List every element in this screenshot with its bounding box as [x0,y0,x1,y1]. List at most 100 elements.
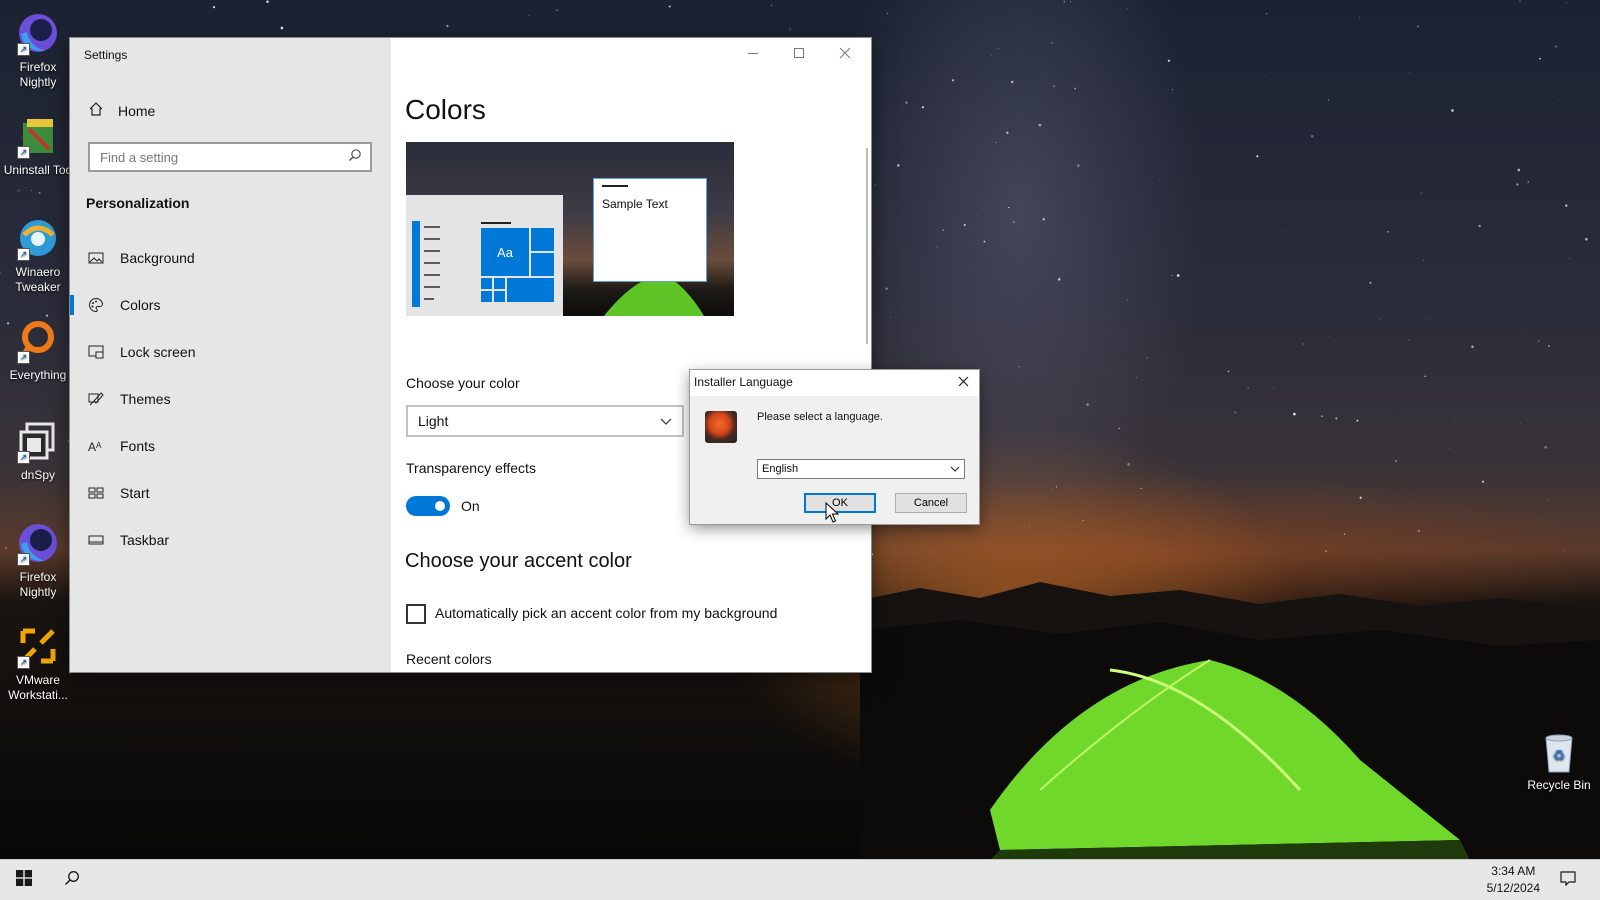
sidebar-item-colors[interactable]: Colors [70,283,391,327]
star [17,189,20,192]
star [1126,299,1128,301]
search-icon [348,148,362,167]
star [1555,159,1557,161]
sidebar-item-taskbar[interactable]: Taskbar [70,518,391,562]
home-nav-item[interactable]: Home [88,101,155,120]
star [1430,317,1431,319]
palette-icon [88,297,104,313]
shortcut-arrow-icon: ↗ [17,553,30,566]
preview-sample-window: Sample Text [593,178,707,282]
star [1070,1,1072,3]
installer-language-dialog: Installer Language Please select a langu… [690,370,979,524]
star [1046,3,1048,5]
star [1159,178,1161,180]
star [1127,463,1130,466]
star [1478,224,1481,228]
star [1548,499,1550,501]
star [1055,486,1058,488]
desktop-icon[interactable]: ↗ dnSpy [0,418,76,483]
star [1038,123,1042,127]
desktop-icon-recycle-bin[interactable]: ♻ Recycle Bin [1521,728,1597,793]
sidebar-item-start[interactable]: Start [70,471,391,515]
shortcut-arrow-icon: ↗ [17,351,30,364]
star [1328,336,1330,337]
star [1082,519,1084,521]
transparency-toggle[interactable] [406,496,450,516]
sidebar-item-label: Start [120,485,150,501]
star [1077,164,1080,167]
svg-text:♻: ♻ [1553,747,1566,763]
auto-accent-label: Automatically pick an accent color from … [435,605,778,621]
sidebar-item-fonts[interactable]: A A Fonts [70,424,391,468]
star [1516,183,1519,186]
preview-tile [531,253,554,276]
star [45,314,49,317]
star [963,223,966,227]
preview-start-menu: Aa [406,195,563,316]
auto-accent-checkbox[interactable] [406,604,426,624]
star [1063,0,1066,3]
star [1327,99,1330,101]
preview-sample-text: Sample Text [602,197,668,211]
desktop-icon[interactable]: ↗ Winaero Tweaker [0,215,76,295]
star [1451,109,1454,112]
choose-color-dropdown[interactable]: Light [406,405,684,437]
star [1454,421,1456,423]
shortcut-arrow-icon: ↗ [17,656,30,669]
content-scrollbar[interactable] [866,148,868,344]
preview-tile [531,228,554,251]
desktop-icon[interactable]: ↗ Everything [0,318,76,383]
settings-content: Colors Aa Sample Text Choose your color … [391,38,871,672]
search-input[interactable] [98,148,348,166]
star [280,26,284,30]
start-button[interactable] [0,860,48,900]
star [556,9,558,11]
star [995,141,997,144]
sidebar-item-lock-screen[interactable]: Lock screen [70,330,391,374]
star [1086,403,1089,406]
star [1471,345,1474,348]
star [886,12,888,15]
desktop-icon[interactable]: ↗ VMware Workstati... [0,623,76,703]
star [1057,278,1061,281]
desktop-icon-label: VMware Workstati... [8,673,68,702]
action-center-button[interactable] [1544,860,1592,900]
sidebar-item-label: Themes [120,391,171,407]
sidebar-item-background[interactable]: Background [70,236,391,280]
star [885,287,888,290]
language-select[interactable]: English [757,459,965,479]
star [897,164,900,167]
clock-time: 3:34 AM [1491,864,1536,878]
star [983,240,986,243]
desktop-icon-label: Winaero Tweaker [15,265,61,294]
star [1146,357,1148,359]
installer-logo-icon [705,411,737,443]
desktop-icon[interactable]: ↗ Uninstall Too [0,113,76,178]
lock-screen-icon [88,344,104,360]
taskbar-icon [88,532,104,548]
settings-search-box[interactable] [88,142,372,172]
star [874,184,876,186]
dialog-close-button[interactable] [953,372,973,392]
star [1449,448,1451,449]
desktop-icon-label: Everything [9,368,67,382]
desktop-icon-label: Recycle Bin [1527,778,1591,792]
taskbar-search-button[interactable] [48,860,96,900]
accent-color-title: Choose your accent color [405,550,632,572]
sidebar-item-themes[interactable]: Themes [70,377,391,421]
home-icon [88,101,104,120]
cancel-button[interactable]: Cancel [895,493,967,513]
desktop-icon[interactable]: ↗ Firefox Nightly [0,10,76,90]
preview-header-line [481,222,511,224]
language-select-value: English [762,463,799,475]
star [1140,487,1142,490]
ok-button[interactable]: OK [804,493,876,513]
start-grid-icon [88,485,104,501]
star [1343,533,1346,535]
taskbar-clock[interactable]: 3:34 AM 5/12/2024 [1487,863,1540,897]
chevron-down-icon [660,413,672,429]
desktop-icon[interactable]: ↗ Firefox Nightly [0,520,76,600]
vmware-workstation-icon: ↗ [15,623,61,669]
star [1053,85,1056,88]
firefox-nightly-icon: ↗ [15,10,61,56]
